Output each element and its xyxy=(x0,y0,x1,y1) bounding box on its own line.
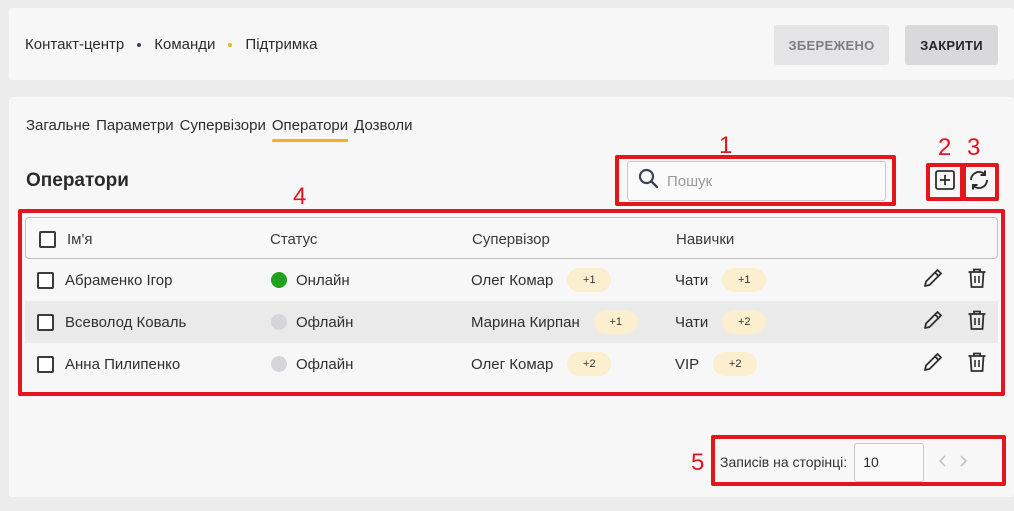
header-bar: Контакт-центр Команди Підтримка ЗБЕРЕЖЕН… xyxy=(9,8,1014,80)
annotation-box-search xyxy=(615,155,896,206)
tab-parameters[interactable]: Параметри xyxy=(96,117,174,142)
breadcrumb-item-teams[interactable]: Команди xyxy=(154,36,215,53)
breadcrumb-separator-dot xyxy=(228,42,233,47)
tab-operators[interactable]: Оператори xyxy=(271,117,349,142)
annotation-box-refresh xyxy=(962,163,999,201)
annotation-label: 4 xyxy=(293,183,307,210)
annotation-label: 1 xyxy=(719,132,733,159)
breadcrumb-separator-dot xyxy=(137,42,142,47)
close-button[interactable]: ЗАКРИТИ xyxy=(905,25,998,65)
section-title: Оператори xyxy=(26,170,129,191)
breadcrumb-item-support: Підтримка xyxy=(245,36,318,53)
annotation-box-add xyxy=(926,163,964,201)
annotation-label: 2 xyxy=(938,134,952,161)
tab-supervisors[interactable]: Супервізори xyxy=(180,117,266,142)
annotation-box-table xyxy=(18,209,1005,396)
tab-general[interactable]: Загальне xyxy=(26,117,90,142)
tab-permissions[interactable]: Дозволи xyxy=(354,117,412,142)
breadcrumb-item-contact-center[interactable]: Контакт-центр xyxy=(25,36,124,53)
annotation-label: 3 xyxy=(967,134,981,161)
annotation-label: 5 xyxy=(691,449,705,476)
breadcrumb: Контакт-центр Команди Підтримка xyxy=(25,36,317,53)
annotation-box-pagination xyxy=(711,435,1006,486)
tab-bar: Загальне Параметри Супервізори Оператори… xyxy=(26,117,418,142)
saved-button[interactable]: ЗБЕРЕЖЕНО xyxy=(774,25,889,65)
